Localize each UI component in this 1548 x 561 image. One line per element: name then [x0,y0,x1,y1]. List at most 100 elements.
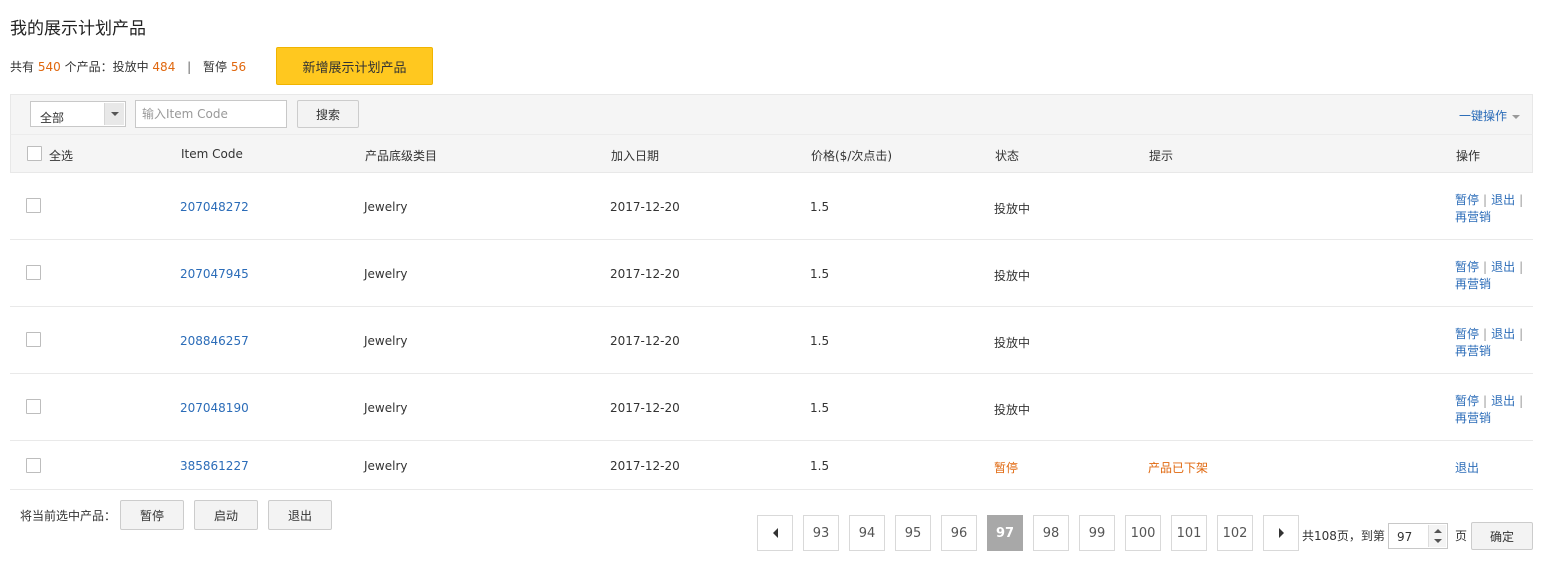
status-cell: 投放中 [994,336,1031,350]
row-checkbox[interactable] [26,399,41,414]
page-button[interactable]: 100 [1125,515,1161,551]
price-cell: 1.5 [810,459,830,473]
page-button[interactable]: 99 [1079,515,1115,551]
row-checkbox[interactable] [26,198,41,213]
header-actions: 操作 [1456,149,1481,163]
price-cell: 1.5 [810,200,830,214]
price-cell: 1.5 [810,401,830,415]
status-filter-select[interactable]: 全部 [30,101,126,127]
item-code-search-input[interactable] [135,100,287,128]
search-button[interactable]: 搜索 [297,100,359,128]
header-hint: 提示 [1149,149,1174,163]
page-suffix: 页 [1455,529,1468,543]
category-cell: Jewelry [364,401,408,415]
header-item-code: Item Code [181,147,243,161]
exit-link[interactable]: 退出 [1455,459,1479,476]
category-cell: Jewelry [364,267,408,281]
item-code-link[interactable]: 207048190 [180,401,249,415]
table-row: 207048190 Jewelry 2017-12-20 1.5 投放中 暂停 |… [10,374,1533,441]
page-button[interactable]: 96 [941,515,977,551]
pause-link[interactable]: 暂停 [1455,394,1479,408]
summary-mid: 个产品：投放中 [64,60,149,74]
hint-cell: 产品已下架 [1148,461,1209,475]
table-header: 全选 Item Code 产品底级类目 加入日期 价格($/次点击) 状态 提示… [10,134,1533,173]
date-cell: 2017-12-20 [610,267,680,281]
table-row: 208846257 Jewelry 2017-12-20 1.5 投放中 暂停 |… [10,307,1533,374]
page-button[interactable]: 101 [1171,515,1207,551]
page-number-input[interactable]: 97 [1388,523,1448,549]
status-cell: 投放中 [994,403,1031,417]
select-all-checkbox[interactable] [27,146,42,161]
summary-total-count: 540 [37,60,61,74]
batch-start-button[interactable]: 启动 [194,500,258,530]
action-divider: | [1483,327,1488,341]
confirm-page-button[interactable]: 确定 [1471,522,1533,550]
row-checkbox[interactable] [26,458,41,473]
remarketing-link[interactable]: 再营销 [1455,344,1491,358]
caret-down-icon [1512,114,1520,119]
spin-down-icon [1434,539,1442,543]
item-code-link[interactable]: 208846257 [180,334,249,348]
row-checkbox[interactable] [26,332,41,347]
page-spinner[interactable] [1428,525,1446,547]
date-cell: 2017-12-20 [610,401,680,415]
exit-link[interactable]: 退出 [1491,394,1515,408]
page-number-value: 97 [1397,530,1413,544]
category-cell: Jewelry [364,200,408,214]
category-cell: Jewelry [364,334,408,348]
page-button[interactable]: 93 [803,515,839,551]
bulk-action-dropdown[interactable]: 一键操作 [1459,107,1520,124]
pause-link[interactable]: 暂停 [1455,193,1479,207]
table-row: 207047945 Jewelry 2017-12-20 1.5 投放中 暂停 |… [10,240,1533,307]
product-summary: 共有 540 个产品：投放中 484 | 暂停 56 [10,58,246,75]
summary-paused-count: 56 [230,60,247,74]
page-button[interactable]: 98 [1033,515,1069,551]
item-code-link[interactable]: 207047945 [180,267,249,281]
remarketing-link[interactable]: 再营销 [1455,210,1491,224]
page-button[interactable]: 102 [1217,515,1253,551]
status-cell: 投放中 [994,269,1031,283]
exit-link[interactable]: 退出 [1491,327,1515,341]
item-code-link[interactable]: 207048272 [180,200,249,214]
summary-paused-label: 暂停 [203,60,228,74]
page-button[interactable]: 94 [849,515,885,551]
remarketing-link[interactable]: 再营销 [1455,411,1491,425]
pause-link[interactable]: 暂停 [1455,327,1479,341]
current-page-button[interactable]: 97 [987,515,1023,551]
bulk-action-label: 一键操作 [1458,109,1507,123]
header-price: 价格($/次点击) [811,149,893,163]
action-divider: | [1483,260,1488,274]
date-cell: 2017-12-20 [610,459,680,473]
batch-pause-button[interactable]: 暂停 [120,500,184,530]
action-divider: | [1483,193,1488,207]
exit-link[interactable]: 退出 [1491,260,1515,274]
table-row: 207048272 Jewelry 2017-12-20 1.5 投放中 暂停 |… [10,173,1533,240]
summary-active-count: 484 [152,60,176,74]
pause-link[interactable]: 暂停 [1455,260,1479,274]
add-product-button[interactable]: 新增展示计划产品 [276,47,433,85]
page-title: 我的展示计划产品 [10,19,146,39]
header-select-all: 全选 [49,149,74,163]
chevron-left-icon [772,528,778,538]
price-cell: 1.5 [810,267,830,281]
status-cell: 投放中 [994,202,1031,216]
batch-exit-button[interactable]: 退出 [268,500,332,530]
summary-separator: | [187,60,192,74]
row-checkbox[interactable] [26,265,41,280]
remarketing-link[interactable]: 再营销 [1455,277,1491,291]
spin-up-icon [1434,529,1442,533]
batch-action-label: 将当前选中产品： [20,509,117,523]
category-cell: Jewelry [364,459,408,473]
prev-page-button[interactable] [757,515,793,551]
action-divider: | [1483,394,1488,408]
page-button[interactable]: 95 [895,515,931,551]
row-actions: 暂停 | 退出 | 再营销 [1455,191,1527,226]
summary-prefix: 共有 [10,60,35,74]
item-code-link[interactable]: 385861227 [180,459,249,473]
status-filter-value: 全部 [40,111,65,125]
exit-link[interactable]: 退出 [1491,193,1515,207]
next-page-button[interactable] [1263,515,1299,551]
row-actions: 暂停 | 退出 | 再营销 [1455,325,1527,360]
date-cell: 2017-12-20 [610,200,680,214]
price-cell: 1.5 [810,334,830,348]
